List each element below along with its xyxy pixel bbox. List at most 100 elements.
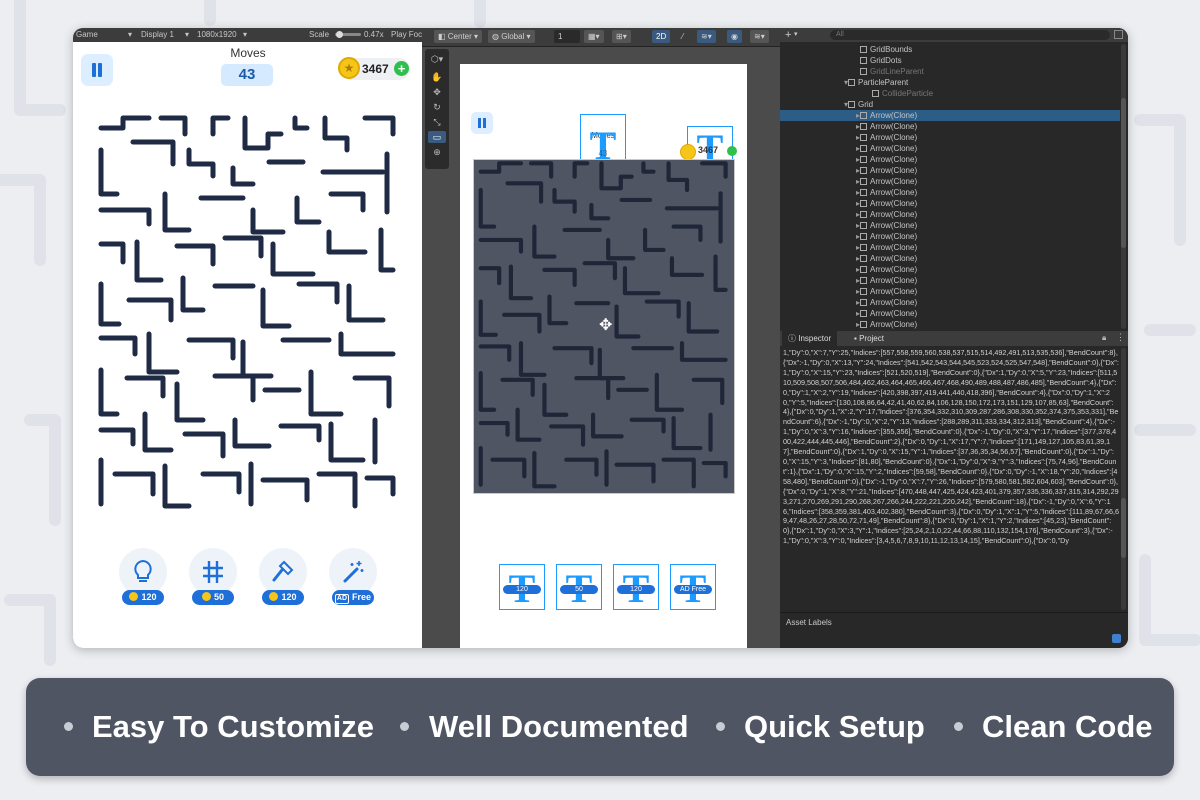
hierarchy-item[interactable]: ▸ Arrow(Clone) bbox=[780, 253, 1120, 264]
scale-slider-handle[interactable] bbox=[336, 31, 343, 38]
hammer-booster-button[interactable]: 120 bbox=[259, 548, 307, 605]
2d-toggle-button[interactable]: 2D bbox=[652, 30, 671, 43]
pivot-icon: ◧ bbox=[438, 32, 448, 41]
level-json-text[interactable]: 1,"Dy":0,"X":7,"Y":25,"Indices":[557,558… bbox=[783, 348, 1119, 612]
hierarchy-item[interactable]: ▸ Arrow(Clone) bbox=[780, 319, 1120, 330]
scene-toolbar: ◧ Center ▾ ◍ Global ▾ 1 ▦▾ ⊞▾ 2D ⁄ ≋▾ ◉ … bbox=[422, 28, 780, 47]
gameobject-icon bbox=[860, 233, 867, 240]
magic-wand-booster-button[interactable]: AD Free bbox=[329, 548, 377, 605]
coin-count: 3467 bbox=[698, 145, 719, 155]
hierarchy-item[interactable]: ▸ Arrow(Clone) bbox=[780, 132, 1120, 143]
layers-icon[interactable]: ≋▾ bbox=[697, 30, 716, 43]
scene-hint-booster[interactable]: T 120 bbox=[499, 564, 545, 611]
hand-tool-icon[interactable]: ✋ bbox=[428, 71, 446, 83]
scene-maze-board[interactable]: ✥ bbox=[473, 159, 735, 494]
bullet-dot bbox=[954, 722, 963, 731]
hierarchy-item[interactable]: ▸ Arrow(Clone) bbox=[780, 209, 1120, 220]
feature-well-documented: Well Documented bbox=[429, 709, 689, 744]
move-tool-icon[interactable]: ✥ bbox=[428, 86, 446, 98]
more-options-icon[interactable]: ⋮ bbox=[1116, 332, 1125, 343]
hierarchy-item[interactable]: ▸ Arrow(Clone) bbox=[780, 110, 1120, 121]
hierarchy-item[interactable]: ▾ Grid bbox=[780, 99, 1120, 110]
coin-balance: ★ 3467 + bbox=[338, 57, 410, 80]
grid-booster-button[interactable]: 50 bbox=[189, 548, 237, 605]
pivot-dropdown[interactable]: ◧ Center ▾ bbox=[434, 30, 483, 43]
game-view-panel: Game ▾ Display 1 ▾ 1080x1920 ▾ Scale 0.4… bbox=[73, 28, 422, 648]
hierarchy-item[interactable]: GridDots bbox=[780, 55, 1120, 66]
gameobject-icon bbox=[860, 299, 867, 306]
pause-button[interactable] bbox=[81, 54, 113, 86]
rect-tool-icon[interactable]: ▭ bbox=[428, 131, 446, 143]
moves-label: Moves bbox=[230, 46, 266, 60]
chevron-down-icon: ▾ bbox=[128, 30, 133, 39]
resolution-dropdown[interactable]: 1080x1920 bbox=[197, 28, 237, 42]
tab-project[interactable]: ▪ Project bbox=[848, 331, 890, 346]
display-dropdown[interactable]: Display 1 bbox=[141, 28, 174, 42]
hint-booster-button[interactable]: 120 bbox=[119, 548, 167, 605]
snap-value-field[interactable]: 1 bbox=[554, 30, 580, 43]
gameobject-icon bbox=[860, 145, 867, 152]
hierarchy-item[interactable]: ▸ Arrow(Clone) bbox=[780, 176, 1120, 187]
tag-icon[interactable] bbox=[1112, 634, 1121, 643]
coin-icon: ★ bbox=[338, 57, 360, 79]
grid-snap-icon[interactable]: ▦▾ bbox=[584, 30, 604, 43]
hierarchy-item[interactable]: GridLineParent bbox=[780, 66, 1120, 77]
inspector-scrollbar-track[interactable] bbox=[1121, 348, 1126, 610]
arrow-maze-board[interactable] bbox=[93, 114, 403, 514]
inspector-scrollbar[interactable] bbox=[1121, 498, 1126, 558]
rotate-tool-icon[interactable]: ↻ bbox=[428, 101, 446, 113]
hierarchy-item[interactable]: ▸ Arrow(Clone) bbox=[780, 242, 1120, 253]
bullet-dot bbox=[64, 722, 73, 731]
play-focused-dropdown[interactable]: Play Foc bbox=[391, 28, 422, 42]
scene-hammer-booster[interactable]: T 120 bbox=[613, 564, 659, 611]
gameobject-icon bbox=[860, 189, 867, 196]
scene-magic-wand-booster[interactable]: T AD Free bbox=[670, 564, 716, 611]
gameobject-icon bbox=[860, 310, 867, 317]
hierarchy-item[interactable]: ▸ Arrow(Clone) bbox=[780, 154, 1120, 165]
hierarchy-search-input[interactable]: All bbox=[830, 30, 1110, 40]
increment-snap-icon[interactable]: ⊞▾ bbox=[612, 30, 631, 43]
hierarchy-item[interactable]: ▸ Arrow(Clone) bbox=[780, 121, 1120, 132]
hierarchy-item[interactable]: CollideParticle bbox=[780, 88, 1120, 99]
hierarchy-item[interactable]: GridBounds bbox=[780, 44, 1120, 55]
add-object-button[interactable]: + bbox=[785, 28, 791, 42]
gameobject-icon bbox=[848, 79, 855, 86]
view-tool-icon[interactable]: ⬡▾ bbox=[428, 53, 446, 65]
space-dropdown[interactable]: ◍ Global ▾ bbox=[488, 30, 535, 43]
scene-grid-booster[interactable]: T 50 bbox=[556, 564, 602, 611]
bullet-dot bbox=[400, 722, 409, 731]
hierarchy-item[interactable]: ▸ Arrow(Clone) bbox=[780, 264, 1120, 275]
lighting-icon[interactable]: ⁄ bbox=[678, 30, 687, 43]
add-coins-button[interactable]: + bbox=[394, 61, 409, 76]
game-tab[interactable]: Game bbox=[76, 28, 98, 42]
hierarchy-item[interactable]: ▸ Arrow(Clone) bbox=[780, 286, 1120, 297]
hierarchy-item[interactable]: ▸ Arrow(Clone) bbox=[780, 143, 1120, 154]
coin-icon bbox=[129, 592, 139, 601]
hierarchy-item[interactable]: ▸ Arrow(Clone) bbox=[780, 187, 1120, 198]
lightbulb-icon bbox=[134, 559, 152, 582]
lock-icon[interactable]: 🔒︎ bbox=[1102, 333, 1106, 343]
add-coins-button[interactable] bbox=[727, 146, 737, 156]
gizmos-icon[interactable]: ≋▾ bbox=[750, 30, 769, 43]
hierarchy-toolbar: + ▾ All bbox=[780, 28, 1128, 42]
transform-tool-icon[interactable]: ⊕ bbox=[428, 146, 446, 158]
scale-tool-icon[interactable]: ⤡ bbox=[428, 116, 446, 128]
feature-banner: Easy To Customize Well Documented Quick … bbox=[26, 678, 1174, 776]
globe-icon: ◍ bbox=[492, 32, 502, 41]
hierarchy-item[interactable]: ▸ Arrow(Clone) bbox=[780, 275, 1120, 286]
hierarchy-scrollbar[interactable] bbox=[1121, 98, 1126, 248]
hierarchy-item[interactable]: ▸ Arrow(Clone) bbox=[780, 231, 1120, 242]
hierarchy-item[interactable]: ▸ Arrow(Clone) bbox=[780, 297, 1120, 308]
hierarchy-item[interactable]: ▸ Arrow(Clone) bbox=[780, 165, 1120, 176]
visibility-icon[interactable]: ◉ bbox=[727, 30, 742, 43]
hierarchy-item[interactable]: ▸ Arrow(Clone) bbox=[780, 220, 1120, 231]
ad-badge: AD bbox=[679, 586, 690, 593]
search-icon[interactable] bbox=[1114, 30, 1123, 39]
hierarchy-item[interactable]: ▸ Arrow(Clone) bbox=[780, 198, 1120, 209]
gameobject-icon bbox=[860, 178, 867, 185]
hierarchy-item[interactable]: ▸ Arrow(Clone) bbox=[780, 308, 1120, 319]
hierarchy-item[interactable]: ▾ ParticleParent bbox=[780, 77, 1120, 88]
tab-inspector[interactable]: ⓘ Inspector bbox=[782, 331, 838, 346]
gameobject-icon bbox=[860, 156, 867, 163]
scene-pause-button[interactable] bbox=[471, 112, 493, 134]
